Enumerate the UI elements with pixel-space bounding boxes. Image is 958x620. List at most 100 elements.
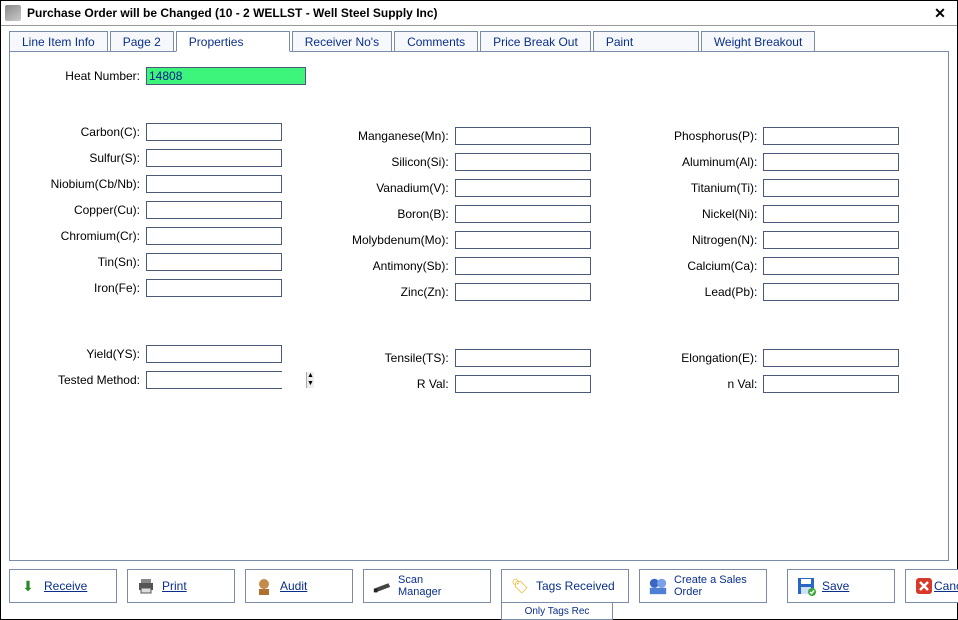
antimony-input[interactable] xyxy=(455,257,591,275)
title-bar: Purchase Order will be Changed (10 - 2 W… xyxy=(1,1,957,26)
window-frame: Purchase Order will be Changed (10 - 2 W… xyxy=(0,0,958,620)
tags-received-button[interactable]: 🏷 Tags Received xyxy=(501,569,629,603)
manganese-input[interactable] xyxy=(455,127,591,145)
form-col-1: Heat Number: Carbon(C): Sulfur(S): Niobi… xyxy=(20,66,321,400)
nitrogen-input[interactable] xyxy=(763,231,899,249)
receive-icon: ⬇ xyxy=(18,576,38,596)
tensile-label: Tensile(TS): xyxy=(329,351,449,365)
spinner-down-icon[interactable]: ▼ xyxy=(307,380,314,388)
receive-button[interactable]: ⬇ Receive xyxy=(9,569,117,603)
save-label: Save xyxy=(822,579,849,593)
print-label: Print xyxy=(162,579,187,593)
action-bar: ⬇ Receive Print Audit ScanManager xyxy=(1,565,957,619)
properties-form: Heat Number: Carbon(C): Sulfur(S): Niobi… xyxy=(20,66,938,400)
chromium-label: Chromium(Cr): xyxy=(20,229,140,243)
silicon-input[interactable] xyxy=(455,153,591,171)
iron-label: Iron(Fe): xyxy=(20,281,140,295)
tested-method-label: Tested Method: xyxy=(20,373,140,387)
tab-comments[interactable]: Comments xyxy=(394,31,478,52)
aluminum-input[interactable] xyxy=(763,153,899,171)
audit-icon xyxy=(254,576,274,596)
tin-input[interactable] xyxy=(146,253,282,271)
form-col-2: Manganese(Mn): Silicon(Si): Vanadium(V):… xyxy=(329,66,630,400)
printer-icon xyxy=(136,576,156,596)
zinc-label: Zinc(Zn): xyxy=(329,285,449,299)
titanium-input[interactable] xyxy=(763,179,899,197)
niobium-input[interactable] xyxy=(146,175,282,193)
tab-receiver-nos[interactable]: Receiver No's xyxy=(292,31,392,52)
manganese-label: Manganese(Mn): xyxy=(329,129,449,143)
scan-manager-button[interactable]: ScanManager xyxy=(363,569,491,603)
tab-content: Heat Number: Carbon(C): Sulfur(S): Niobi… xyxy=(9,51,949,561)
tags-received-stack: 🏷 Tags Received Only Tags Rec xyxy=(501,569,629,620)
sulfur-input[interactable] xyxy=(146,149,282,167)
nitrogen-label: Nitrogen(N): xyxy=(637,233,757,247)
boron-label: Boron(B): xyxy=(329,207,449,221)
create-sales-order-label: Create a SalesOrder xyxy=(674,574,747,598)
tab-line-item-info[interactable]: Line Item Info xyxy=(9,31,108,52)
only-tags-rec-button[interactable]: Only Tags Rec xyxy=(501,603,613,620)
copper-label: Copper(Cu): xyxy=(20,203,140,217)
tab-weight-breakout[interactable]: Weight Breakout xyxy=(701,31,816,52)
tab-price-break-out[interactable]: Price Break Out xyxy=(480,31,591,52)
carbon-label: Carbon(C): xyxy=(20,125,140,139)
tested-method-input[interactable] xyxy=(147,372,306,388)
cancel-icon xyxy=(914,576,934,596)
tensile-input[interactable] xyxy=(455,349,591,367)
print-button[interactable]: Print xyxy=(127,569,235,603)
close-button[interactable]: ✕ xyxy=(927,3,953,23)
nickel-input[interactable] xyxy=(763,205,899,223)
create-sales-order-button[interactable]: Create a SalesOrder xyxy=(639,569,767,603)
lead-label: Lead(Pb): xyxy=(637,285,757,299)
nickel-label: Nickel(Ni): xyxy=(637,207,757,221)
heat-number-input[interactable] xyxy=(146,67,306,85)
receive-label: Receive xyxy=(44,579,87,593)
heat-number-label: Heat Number: xyxy=(20,69,140,83)
carbon-input[interactable] xyxy=(146,123,282,141)
scanner-icon xyxy=(372,576,392,596)
tested-method-spinner[interactable]: ▲ ▼ xyxy=(146,371,282,389)
n-val-label: n Val: xyxy=(637,377,757,391)
elongation-label: Elongation(E): xyxy=(637,351,757,365)
audit-label: Audit xyxy=(280,579,307,593)
n-val-input[interactable] xyxy=(763,375,899,393)
sulfur-label: Sulfur(S): xyxy=(20,151,140,165)
tag-icon: 🏷 xyxy=(510,576,530,596)
tags-received-label: Tags Received xyxy=(536,579,615,593)
tab-paint[interactable]: Paint xyxy=(593,31,699,52)
only-tags-rec-label: Only Tags Rec xyxy=(525,606,590,617)
app-icon xyxy=(5,5,21,21)
r-val-input[interactable] xyxy=(455,375,591,393)
cancel-button[interactable]: Cancel xyxy=(905,569,958,603)
elongation-input[interactable] xyxy=(763,349,899,367)
silicon-label: Silicon(Si): xyxy=(329,155,449,169)
tab-properties[interactable]: Properties xyxy=(176,31,290,52)
iron-input[interactable] xyxy=(146,279,282,297)
calcium-label: Calcium(Ca): xyxy=(637,259,757,273)
niobium-label: Niobium(Cb/Nb): xyxy=(20,177,140,191)
spinner-up-icon[interactable]: ▲ xyxy=(307,372,314,380)
titanium-label: Titanium(Ti): xyxy=(637,181,757,195)
yield-label: Yield(YS): xyxy=(20,347,140,361)
molybdenum-input[interactable] xyxy=(455,231,591,249)
lead-input[interactable] xyxy=(763,283,899,301)
audit-button[interactable]: Audit xyxy=(245,569,353,603)
phosphorus-input[interactable] xyxy=(763,127,899,145)
save-button[interactable]: Save xyxy=(787,569,895,603)
calcium-input[interactable] xyxy=(763,257,899,275)
sales-order-icon xyxy=(648,576,668,596)
vanadium-label: Vanadium(V): xyxy=(329,181,449,195)
copper-input[interactable] xyxy=(146,201,282,219)
vanadium-input[interactable] xyxy=(455,179,591,197)
scan-manager-label: ScanManager xyxy=(398,574,441,598)
chromium-input[interactable] xyxy=(146,227,282,245)
boron-input[interactable] xyxy=(455,205,591,223)
tab-page-2[interactable]: Page 2 xyxy=(110,31,174,52)
tin-label: Tin(Sn): xyxy=(20,255,140,269)
phosphorus-label: Phosphorus(P): xyxy=(637,129,757,143)
aluminum-label: Aluminum(Al): xyxy=(637,155,757,169)
zinc-input[interactable] xyxy=(455,283,591,301)
antimony-label: Antimony(Sb): xyxy=(329,259,449,273)
save-icon xyxy=(796,576,816,596)
yield-input[interactable] xyxy=(146,345,282,363)
